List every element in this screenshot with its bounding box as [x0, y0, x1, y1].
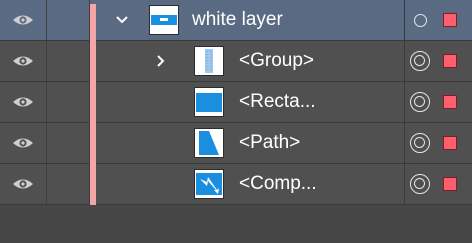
- layer-row-white-layer[interactable]: white layer: [0, 0, 472, 41]
- layer-thumbnail-icon: [149, 5, 179, 35]
- selection-indicator[interactable]: [443, 13, 457, 27]
- selection-indicator[interactable]: [443, 54, 457, 68]
- layer-name[interactable]: <Path>: [239, 123, 300, 163]
- layer-color-indicator: [90, 82, 96, 123]
- selection-indicator[interactable]: [443, 95, 457, 109]
- eye-icon: [13, 15, 33, 25]
- path-thumbnail-icon: [194, 128, 224, 158]
- lock-toggle[interactable]: [47, 41, 90, 81]
- target-icon[interactable]: [410, 51, 430, 71]
- panel-empty-area: [0, 205, 472, 243]
- layer-row-rectangle[interactable]: <Recta...: [0, 82, 472, 123]
- layer-color-indicator: [90, 123, 96, 164]
- rectangle-thumbnail-icon: [194, 87, 224, 117]
- chevron-right-icon[interactable]: [151, 51, 171, 71]
- target-icon[interactable]: [410, 92, 430, 112]
- layer-name[interactable]: <Recta...: [239, 82, 316, 122]
- layer-name[interactable]: <Comp...: [239, 164, 317, 204]
- visibility-toggle[interactable]: [0, 82, 47, 122]
- lock-toggle[interactable]: [47, 164, 90, 204]
- layer-name[interactable]: <Group>: [239, 41, 314, 81]
- compound-path-thumbnail-icon: [194, 169, 224, 199]
- eye-icon: [13, 138, 33, 148]
- visibility-toggle[interactable]: [0, 41, 47, 81]
- layer-color-indicator: [90, 4, 96, 41]
- layer-color-indicator: [90, 41, 96, 82]
- layer-row-compound-path[interactable]: <Comp...: [0, 164, 472, 205]
- lock-toggle[interactable]: [47, 123, 90, 163]
- target-icon[interactable]: [410, 133, 430, 153]
- group-thumbnail-icon: [194, 46, 224, 76]
- visibility-toggle[interactable]: [0, 164, 47, 204]
- visibility-toggle[interactable]: [0, 0, 47, 40]
- layer-name[interactable]: white layer: [192, 0, 283, 40]
- chevron-down-icon[interactable]: [112, 10, 132, 30]
- eye-icon: [13, 97, 33, 107]
- selection-indicator[interactable]: [443, 177, 457, 191]
- layer-color-indicator: [90, 164, 96, 205]
- target-icon[interactable]: [414, 14, 427, 27]
- layers-panel: white layer <Group> <Recta... <Path> <Co…: [0, 0, 472, 243]
- lock-toggle[interactable]: [47, 0, 90, 40]
- eye-icon: [13, 179, 33, 189]
- eye-icon: [13, 56, 33, 66]
- layer-row-path[interactable]: <Path>: [0, 123, 472, 164]
- visibility-toggle[interactable]: [0, 123, 47, 163]
- lock-toggle[interactable]: [47, 82, 90, 122]
- selection-indicator[interactable]: [443, 136, 457, 150]
- layer-row-group[interactable]: <Group>: [0, 41, 472, 82]
- target-icon[interactable]: [410, 174, 430, 194]
